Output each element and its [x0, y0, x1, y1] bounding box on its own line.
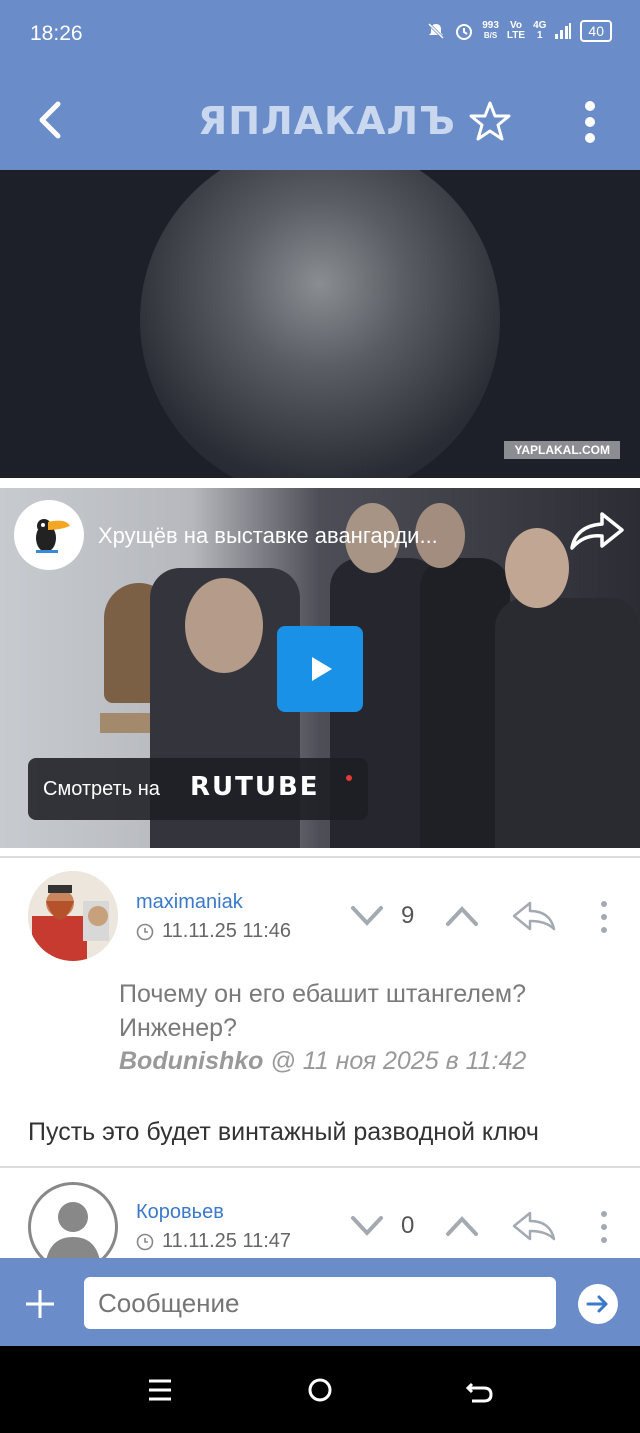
- quote-author[interactable]: Bodunishko: [119, 1047, 263, 1075]
- play-button[interactable]: [277, 626, 363, 712]
- default-user-icon: [45, 1202, 101, 1269]
- home-icon[interactable]: [306, 1376, 334, 1404]
- send-button[interactable]: [578, 1284, 618, 1324]
- comment-separator: [0, 856, 640, 858]
- channel-avatar[interactable]: [14, 500, 84, 570]
- divider: [0, 478, 640, 488]
- quote-signature: Bodunishko @ 11 ноя 2025 в 11:42: [119, 1047, 526, 1076]
- vote-up-icon[interactable]: [445, 1214, 479, 1238]
- watermark: YAPLAKAL.COM: [504, 441, 620, 459]
- avatar[interactable]: [28, 871, 118, 961]
- app-logo: ЯПЛАКАЛЪ: [198, 99, 456, 143]
- reply-icon[interactable]: [510, 899, 558, 933]
- timestamp: 11.11.25 11:46: [136, 920, 291, 943]
- quote-meta: @ 11 ноя 2025 в 11:42: [270, 1047, 527, 1075]
- battery-indicator: 40: [580, 20, 612, 42]
- avatar-image: [28, 871, 118, 961]
- back-nav-icon[interactable]: [466, 1376, 494, 1404]
- clock-icon: [136, 923, 154, 940]
- message-input[interactable]: [84, 1277, 556, 1329]
- clock-icon: [136, 1233, 154, 1250]
- more-vertical-icon[interactable]: [580, 100, 600, 144]
- reply-icon[interactable]: [510, 1209, 558, 1243]
- video-frame[interactable]: [0, 170, 640, 478]
- star-icon[interactable]: [468, 99, 512, 143]
- share-icon[interactable]: [566, 508, 626, 556]
- rutube-dot: [346, 775, 352, 781]
- username[interactable]: Коровьев: [136, 1201, 224, 1224]
- quote-text: Почему он его ебашит штангелем? Инженер?: [119, 980, 526, 1042]
- rutube-logo: RUTUBE: [190, 772, 320, 802]
- signal-icon: [555, 23, 572, 39]
- comment-menu-icon[interactable]: [598, 899, 610, 935]
- alarm-icon: [456, 24, 473, 40]
- status-icons: 993 B/S Vo LTE 4G 1 40: [426, 20, 612, 42]
- vote-down-icon[interactable]: [350, 1214, 384, 1238]
- play-icon: [312, 657, 332, 681]
- recent-apps-icon[interactable]: [146, 1376, 174, 1404]
- comment-body: Пусть это будет винтажный разводной ключ: [28, 1118, 539, 1146]
- arrow-right-icon: [586, 1295, 608, 1313]
- net-speed: 993 B/S: [482, 20, 499, 41]
- bell-muted-icon: [428, 22, 445, 40]
- watch-on-label: Смотреть на: [43, 778, 160, 800]
- vote-down-icon[interactable]: [350, 904, 384, 928]
- comment-score: 9: [401, 902, 415, 929]
- comment-menu-icon[interactable]: [598, 1209, 610, 1245]
- watch-on-rutube-button[interactable]: Смотреть на RUTUBE: [28, 758, 368, 820]
- toucan-icon: [36, 519, 70, 553]
- timestamp: 11.11.25 11:47: [136, 1230, 291, 1253]
- volte-indicator: Vo LTE: [506, 20, 526, 41]
- comment-separator: [0, 1166, 640, 1168]
- status-time: 18:26: [30, 22, 83, 45]
- plus-icon[interactable]: [24, 1288, 56, 1320]
- embed-title[interactable]: Хрущёв на выставке авангарди...: [98, 523, 528, 549]
- vote-up-icon[interactable]: [445, 904, 479, 928]
- comment-score: 0: [401, 1212, 415, 1239]
- back-arrow-icon[interactable]: [36, 100, 64, 140]
- network-type: 4G 1: [533, 20, 547, 41]
- username[interactable]: maximaniak: [136, 891, 243, 914]
